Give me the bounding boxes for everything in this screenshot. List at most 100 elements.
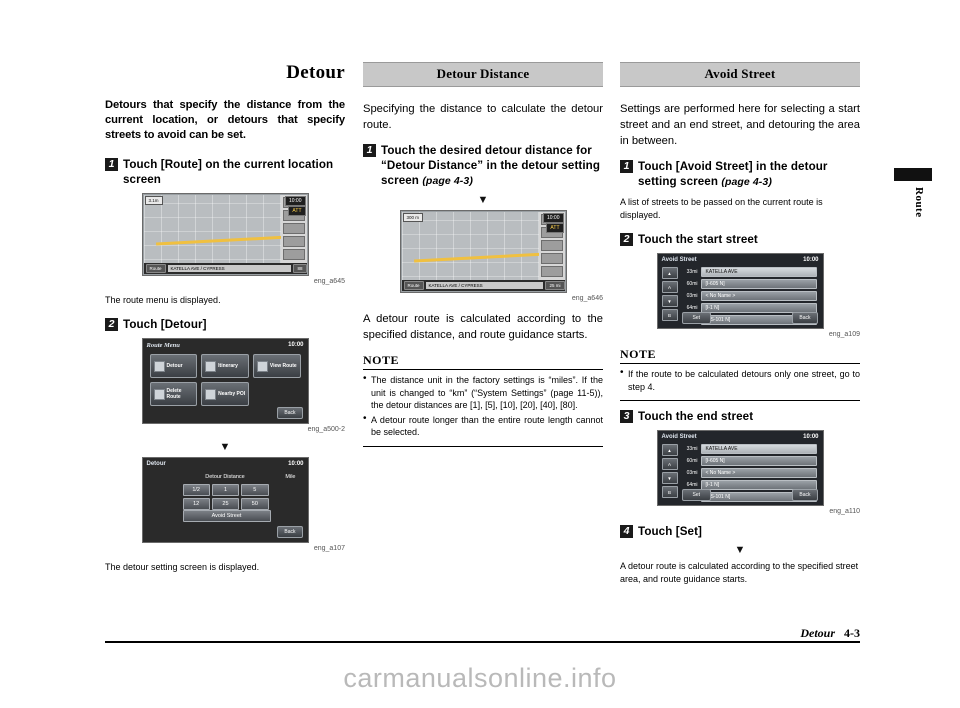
menu-button-label: Delete Route: [166, 388, 182, 400]
menu-button-nearby-poi: Nearby POI: [201, 382, 249, 406]
menu-button-label: Itinerary: [218, 363, 238, 369]
page-number: 4-3: [844, 626, 860, 640]
step-text: Touch the start street: [638, 233, 758, 246]
flow-arrow: ▼: [219, 441, 231, 453]
figure-caption: eng_a109: [828, 331, 860, 338]
page-reference: (page 4-3): [422, 175, 473, 187]
detour-screen-title: Detour: [146, 461, 166, 467]
page-reference: (page 4-3): [721, 176, 772, 188]
detour-distance-options: 1/2 1 5 12 25 50: [182, 484, 269, 510]
route-menu-clock: 10:00: [288, 342, 304, 348]
figure-caption: eng_a500-2: [307, 426, 345, 433]
distance-option: 5: [241, 484, 269, 496]
section-heading-detour-distance: Detour Distance: [363, 62, 603, 87]
street-row: 60mi [I-605 N]: [682, 279, 817, 289]
step-number: 1: [105, 158, 118, 171]
delete-route-icon: [153, 388, 165, 400]
avoid-screen-clock: 10:00: [803, 257, 819, 263]
detour-distance-unit: Mile: [285, 474, 296, 480]
step-text: Touch [Route] on the current location sc…: [123, 158, 334, 186]
step-text-main: Touch the desired detour distance for “D…: [381, 144, 601, 187]
note-content: If the route to be calculated detours on…: [620, 367, 860, 401]
column-detour: Detour Detours that specify the distance…: [105, 62, 345, 584]
column-avoid-street: Avoid Street Settings are performed here…: [620, 62, 860, 596]
screenshot-avoid-street-start: Avoid Street 10:00 ▲ A ▼ B 33mi KATELLA …: [656, 253, 824, 329]
step-number: 1: [363, 144, 376, 157]
step-2-detour: 2 Touch [Detour]: [105, 317, 345, 332]
menu-button-itinerary: Itinerary: [201, 354, 249, 378]
list-marker-a: A: [661, 458, 678, 470]
nearby-poi-icon: [205, 388, 217, 400]
set-button: Set: [681, 489, 712, 501]
street-name: < No Name >: [700, 468, 817, 478]
figure-caption: eng_a107: [313, 545, 345, 552]
footer-section-title: Detour: [800, 626, 835, 640]
step-1-select-distance: 1 Touch the desired detour distance for …: [363, 143, 603, 189]
step-number: 3: [620, 410, 633, 423]
step-text: Touch the end street: [638, 410, 754, 423]
step-text: Touch the desired detour distance for “D…: [381, 143, 603, 189]
menu-button-detour: Detour: [149, 354, 198, 378]
street-distance: 33mi: [686, 269, 698, 275]
view-route-icon: [256, 360, 268, 372]
note-heading: NOTE: [620, 347, 860, 364]
street-row: 33mi KATELLA AVE: [682, 444, 817, 454]
step-text: Touch [Detour]: [123, 318, 207, 331]
step-result-text: A detour route is calculated according t…: [363, 313, 603, 341]
screenshot-route-menu: Route Menu 10:00 Detour Itinerary View R…: [141, 338, 309, 424]
section-heading-avoid-street: Avoid Street: [620, 62, 860, 87]
figure-caption: eng_a646: [571, 295, 603, 302]
map-side-button: [540, 240, 563, 251]
distance-option: 12: [182, 498, 210, 510]
street-row: 03mi < No Name >: [682, 468, 817, 478]
column-detour-distance: Detour Distance Specifying the distance …: [363, 62, 603, 455]
map-zoom-label: 3.1m: [144, 196, 163, 205]
map-bottom-bar: Route KATELLA AVE / CYPRESS 88: [143, 263, 307, 274]
step-2-start-street: 2 Touch the start street: [620, 232, 860, 247]
manual-page: Detour Detours that specify the distance…: [0, 0, 960, 708]
street-name-label: KATELLA AVE / CYPRESS: [425, 282, 544, 289]
map-side-button: [540, 266, 563, 277]
step-4-set: 4 Touch [Set]: [620, 524, 860, 539]
street-distance: 60mi: [686, 458, 698, 464]
map-zoom-label: 300 m: [402, 213, 424, 222]
map-side-button: [540, 253, 563, 264]
menu-back-button: Back: [277, 407, 303, 419]
street-distance: 60mi: [686, 281, 698, 287]
step-number: 2: [105, 318, 118, 331]
footer: Detour 4-3: [800, 626, 860, 641]
street-row: 03mi < No Name >: [682, 291, 817, 301]
avoid-screen-side-buttons: ▲ A ▼ B: [661, 267, 678, 323]
step-1-avoid-street: 1 Touch [Avoid Street] in the detour set…: [620, 159, 860, 190]
chapter-tab-bar: [894, 168, 932, 181]
street-name: [I-605 N]: [700, 279, 817, 289]
set-button: Set: [681, 312, 712, 324]
route-button: Route: [145, 264, 166, 273]
step-number: 4: [620, 525, 633, 538]
street-name: [I-605 N]: [700, 456, 817, 466]
street-distance: 64mi: [686, 482, 698, 488]
menu-button-label: View Route: [269, 363, 297, 369]
street-distance: 03mi: [686, 293, 698, 299]
watermark: carmanualsonline.info: [343, 662, 617, 693]
distance-option: 1/2: [182, 484, 210, 496]
figure-caption: eng_a110: [829, 508, 860, 515]
step-1-route: 1 Touch [Route] on the current location …: [105, 157, 345, 187]
map-scale-label: 25 mi: [545, 281, 565, 290]
street-name: KATELLA AVE: [700, 267, 817, 277]
avoid-screen-clock: 10:00: [803, 434, 819, 440]
street-name-label: KATELLA AVE / CYPRESS: [167, 265, 292, 272]
screenshot-current-location: 3.1m 10:00 ATT Route KATELLA AVE / CYPRE…: [141, 193, 309, 276]
list-marker-a: A: [661, 281, 678, 293]
street-row: 60mi [I-605 N]: [682, 456, 817, 466]
map-clock: 10:00: [284, 196, 306, 206]
street-name: < No Name >: [700, 291, 817, 301]
avoid-screen-title: Avoid Street: [661, 434, 697, 440]
distance-option: 1: [211, 484, 240, 496]
note-item: If the route to be calculated detours on…: [620, 367, 860, 393]
figure-caption: eng_a645: [313, 278, 345, 285]
step-1-result: The route menu is displayed.: [105, 295, 221, 305]
step-text: Touch [Avoid Street] in the detour setti…: [638, 159, 860, 190]
screenshot-detour-result-map: 300 m 10:00 ATT Route KATELLA AVE / CYPR…: [399, 210, 567, 293]
distance-option: 50: [241, 498, 269, 510]
